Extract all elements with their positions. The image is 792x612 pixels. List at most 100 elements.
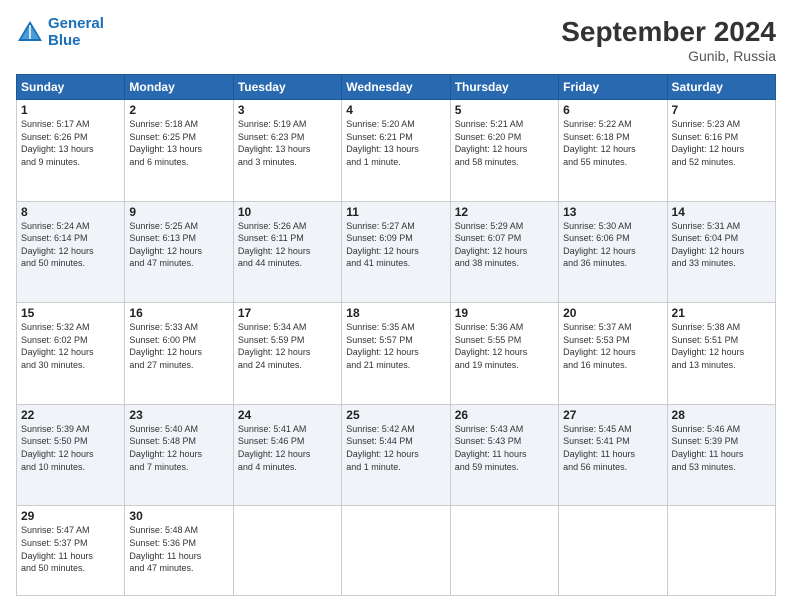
day-info: Sunrise: 5:27 AM Sunset: 6:09 PM Dayligh… <box>346 220 445 270</box>
day-number: 10 <box>238 205 337 219</box>
calendar-cell: 12Sunrise: 5:29 AM Sunset: 6:07 PM Dayli… <box>450 201 558 303</box>
calendar-cell: 22Sunrise: 5:39 AM Sunset: 5:50 PM Dayli… <box>17 404 125 506</box>
calendar-cell: 25Sunrise: 5:42 AM Sunset: 5:44 PM Dayli… <box>342 404 450 506</box>
calendar-cell: 6Sunrise: 5:22 AM Sunset: 6:18 PM Daylig… <box>559 100 667 202</box>
calendar-week-row: 1Sunrise: 5:17 AM Sunset: 6:26 PM Daylig… <box>17 100 776 202</box>
calendar-cell: 23Sunrise: 5:40 AM Sunset: 5:48 PM Dayli… <box>125 404 233 506</box>
calendar-cell: 15Sunrise: 5:32 AM Sunset: 6:02 PM Dayli… <box>17 303 125 405</box>
calendar-cell: 4Sunrise: 5:20 AM Sunset: 6:21 PM Daylig… <box>342 100 450 202</box>
weekday-header-friday: Friday <box>559 75 667 100</box>
day-number: 25 <box>346 408 445 422</box>
calendar-cell: 19Sunrise: 5:36 AM Sunset: 5:55 PM Dayli… <box>450 303 558 405</box>
weekday-header-sunday: Sunday <box>17 75 125 100</box>
calendar-cell: 14Sunrise: 5:31 AM Sunset: 6:04 PM Dayli… <box>667 201 775 303</box>
day-number: 17 <box>238 306 337 320</box>
day-info: Sunrise: 5:45 AM Sunset: 5:41 PM Dayligh… <box>563 423 662 473</box>
day-info: Sunrise: 5:34 AM Sunset: 5:59 PM Dayligh… <box>238 321 337 371</box>
day-number: 26 <box>455 408 554 422</box>
calendar-cell: 8Sunrise: 5:24 AM Sunset: 6:14 PM Daylig… <box>17 201 125 303</box>
calendar-cell: 5Sunrise: 5:21 AM Sunset: 6:20 PM Daylig… <box>450 100 558 202</box>
calendar-cell: 27Sunrise: 5:45 AM Sunset: 5:41 PM Dayli… <box>559 404 667 506</box>
day-info: Sunrise: 5:23 AM Sunset: 6:16 PM Dayligh… <box>672 118 771 168</box>
calendar-cell: 26Sunrise: 5:43 AM Sunset: 5:43 PM Dayli… <box>450 404 558 506</box>
day-number: 7 <box>672 103 771 117</box>
calendar-week-row: 15Sunrise: 5:32 AM Sunset: 6:02 PM Dayli… <box>17 303 776 405</box>
calendar-cell: 1Sunrise: 5:17 AM Sunset: 6:26 PM Daylig… <box>17 100 125 202</box>
weekday-header-thursday: Thursday <box>450 75 558 100</box>
calendar-cell <box>667 506 775 596</box>
day-info: Sunrise: 5:18 AM Sunset: 6:25 PM Dayligh… <box>129 118 228 168</box>
title-block: September 2024 Gunib, Russia <box>561 16 776 64</box>
calendar-cell: 10Sunrise: 5:26 AM Sunset: 6:11 PM Dayli… <box>233 201 341 303</box>
logo: General Blue <box>16 16 104 49</box>
calendar-cell: 28Sunrise: 5:46 AM Sunset: 5:39 PM Dayli… <box>667 404 775 506</box>
day-number: 14 <box>672 205 771 219</box>
day-info: Sunrise: 5:36 AM Sunset: 5:55 PM Dayligh… <box>455 321 554 371</box>
day-info: Sunrise: 5:46 AM Sunset: 5:39 PM Dayligh… <box>672 423 771 473</box>
weekday-header-wednesday: Wednesday <box>342 75 450 100</box>
day-info: Sunrise: 5:43 AM Sunset: 5:43 PM Dayligh… <box>455 423 554 473</box>
day-info: Sunrise: 5:21 AM Sunset: 6:20 PM Dayligh… <box>455 118 554 168</box>
day-number: 20 <box>563 306 662 320</box>
day-number: 13 <box>563 205 662 219</box>
day-info: Sunrise: 5:35 AM Sunset: 5:57 PM Dayligh… <box>346 321 445 371</box>
day-info: Sunrise: 5:24 AM Sunset: 6:14 PM Dayligh… <box>21 220 120 270</box>
weekday-header-monday: Monday <box>125 75 233 100</box>
day-number: 15 <box>21 306 120 320</box>
day-info: Sunrise: 5:47 AM Sunset: 5:37 PM Dayligh… <box>21 524 120 574</box>
calendar-cell: 20Sunrise: 5:37 AM Sunset: 5:53 PM Dayli… <box>559 303 667 405</box>
weekday-header-row: SundayMondayTuesdayWednesdayThursdayFrid… <box>17 75 776 100</box>
day-number: 9 <box>129 205 228 219</box>
weekday-header-saturday: Saturday <box>667 75 775 100</box>
day-info: Sunrise: 5:33 AM Sunset: 6:00 PM Dayligh… <box>129 321 228 371</box>
logo-icon <box>16 19 44 47</box>
day-number: 1 <box>21 103 120 117</box>
location: Gunib, Russia <box>561 48 776 64</box>
day-info: Sunrise: 5:41 AM Sunset: 5:46 PM Dayligh… <box>238 423 337 473</box>
calendar-cell: 2Sunrise: 5:18 AM Sunset: 6:25 PM Daylig… <box>125 100 233 202</box>
day-number: 30 <box>129 509 228 523</box>
day-number: 29 <box>21 509 120 523</box>
day-number: 27 <box>563 408 662 422</box>
day-number: 24 <box>238 408 337 422</box>
calendar-cell <box>450 506 558 596</box>
day-info: Sunrise: 5:22 AM Sunset: 6:18 PM Dayligh… <box>563 118 662 168</box>
day-number: 6 <box>563 103 662 117</box>
day-info: Sunrise: 5:37 AM Sunset: 5:53 PM Dayligh… <box>563 321 662 371</box>
day-info: Sunrise: 5:42 AM Sunset: 5:44 PM Dayligh… <box>346 423 445 473</box>
day-info: Sunrise: 5:32 AM Sunset: 6:02 PM Dayligh… <box>21 321 120 371</box>
calendar-cell: 21Sunrise: 5:38 AM Sunset: 5:51 PM Dayli… <box>667 303 775 405</box>
page: General Blue September 2024 Gunib, Russi… <box>0 0 792 612</box>
day-number: 22 <box>21 408 120 422</box>
calendar-cell: 13Sunrise: 5:30 AM Sunset: 6:06 PM Dayli… <box>559 201 667 303</box>
logo-text: General Blue <box>48 16 104 49</box>
calendar-cell: 3Sunrise: 5:19 AM Sunset: 6:23 PM Daylig… <box>233 100 341 202</box>
day-number: 28 <box>672 408 771 422</box>
day-number: 4 <box>346 103 445 117</box>
day-info: Sunrise: 5:38 AM Sunset: 5:51 PM Dayligh… <box>672 321 771 371</box>
calendar-cell: 17Sunrise: 5:34 AM Sunset: 5:59 PM Dayli… <box>233 303 341 405</box>
day-info: Sunrise: 5:31 AM Sunset: 6:04 PM Dayligh… <box>672 220 771 270</box>
calendar-cell <box>342 506 450 596</box>
day-number: 19 <box>455 306 554 320</box>
day-number: 18 <box>346 306 445 320</box>
header: General Blue September 2024 Gunib, Russi… <box>16 16 776 64</box>
calendar-table: SundayMondayTuesdayWednesdayThursdayFrid… <box>16 74 776 596</box>
calendar-cell: 29Sunrise: 5:47 AM Sunset: 5:37 PM Dayli… <box>17 506 125 596</box>
calendar-cell: 16Sunrise: 5:33 AM Sunset: 6:00 PM Dayli… <box>125 303 233 405</box>
day-info: Sunrise: 5:40 AM Sunset: 5:48 PM Dayligh… <box>129 423 228 473</box>
calendar-cell: 11Sunrise: 5:27 AM Sunset: 6:09 PM Dayli… <box>342 201 450 303</box>
calendar-cell: 24Sunrise: 5:41 AM Sunset: 5:46 PM Dayli… <box>233 404 341 506</box>
day-info: Sunrise: 5:20 AM Sunset: 6:21 PM Dayligh… <box>346 118 445 168</box>
day-number: 21 <box>672 306 771 320</box>
day-info: Sunrise: 5:17 AM Sunset: 6:26 PM Dayligh… <box>21 118 120 168</box>
day-number: 2 <box>129 103 228 117</box>
calendar-cell: 18Sunrise: 5:35 AM Sunset: 5:57 PM Dayli… <box>342 303 450 405</box>
day-number: 11 <box>346 205 445 219</box>
day-info: Sunrise: 5:48 AM Sunset: 5:36 PM Dayligh… <box>129 524 228 574</box>
weekday-header-tuesday: Tuesday <box>233 75 341 100</box>
day-number: 3 <box>238 103 337 117</box>
day-number: 5 <box>455 103 554 117</box>
day-number: 23 <box>129 408 228 422</box>
calendar-cell: 7Sunrise: 5:23 AM Sunset: 6:16 PM Daylig… <box>667 100 775 202</box>
